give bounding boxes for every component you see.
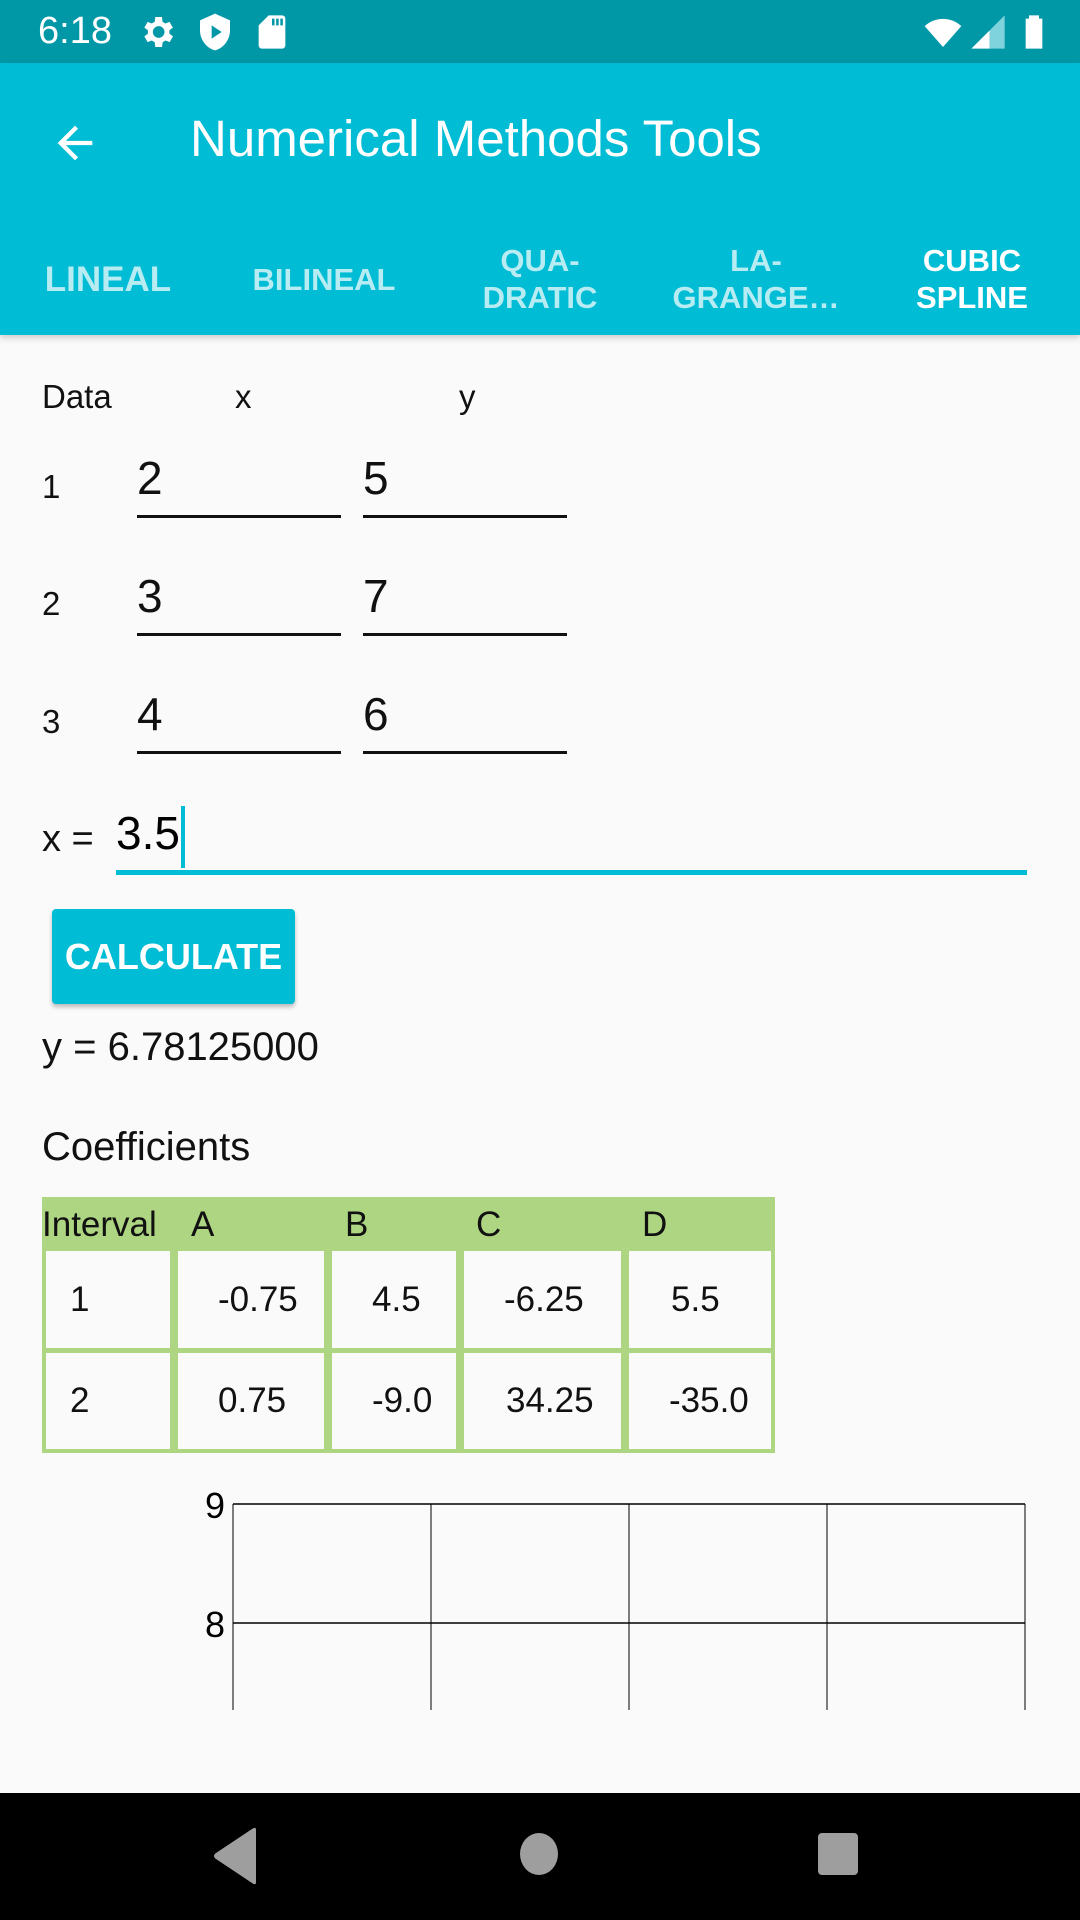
recents-icon[interactable] xyxy=(817,1832,859,1876)
status-time: 6:18 xyxy=(38,10,112,52)
arrow-left-icon xyxy=(57,125,93,161)
coefficients-table: Interval A B C D 1 -0.75 4.5 -6.25 5.5 2… xyxy=(42,1197,775,1453)
tab-bilineal[interactable]: BILINEAL xyxy=(216,223,432,335)
row-index: 1 xyxy=(42,468,61,505)
col-header-b: B xyxy=(345,1205,369,1244)
table-cell: -9.0 xyxy=(332,1353,456,1449)
y2-input[interactable]: 7 xyxy=(363,570,567,636)
x3-value: 4 xyxy=(137,688,163,740)
status-bar: 6:18 xyxy=(0,0,1080,63)
table-cell: 2 xyxy=(46,1353,170,1449)
back-button[interactable] xyxy=(40,108,110,178)
tab-lagrange[interactable]: LA- GRANGE… xyxy=(648,223,864,335)
y-tick-label: 9 xyxy=(205,1485,225,1526)
x1-input[interactable]: 2 xyxy=(137,452,341,518)
y-header: y xyxy=(459,378,476,415)
y2-value: 7 xyxy=(363,570,389,622)
table-cell: 34.25 xyxy=(464,1353,621,1449)
sd-card-icon xyxy=(258,15,286,49)
table-cell: -6.25 xyxy=(464,1251,621,1348)
row-index: 3 xyxy=(42,703,61,740)
y-tick-label: 8 xyxy=(205,1604,225,1645)
col-header-d: D xyxy=(642,1205,668,1244)
y1-value: 5 xyxy=(363,452,389,504)
spline-chart: 9 8 xyxy=(205,1485,1026,1710)
app-title: Numerical Methods Tools xyxy=(190,110,762,167)
back-icon[interactable] xyxy=(210,1826,260,1886)
col-header-c: C xyxy=(476,1205,502,1244)
text-caret xyxy=(180,806,185,868)
calculate-button[interactable]: CALCULATE xyxy=(52,909,295,1004)
x-eval-input[interactable]: 3.5 xyxy=(116,800,1027,875)
x3-input[interactable]: 4 xyxy=(137,688,341,754)
col-header-a: A xyxy=(191,1205,215,1244)
table-cell: -0.75 xyxy=(178,1251,324,1348)
x2-input[interactable]: 3 xyxy=(137,570,341,636)
table-cell: 5.5 xyxy=(629,1251,771,1348)
battery-icon xyxy=(1025,15,1043,49)
tab-cubic-spline[interactable]: CUBIC SPLINE xyxy=(864,223,1080,335)
x-header: x xyxy=(235,378,252,415)
app-bar: Numerical Methods Tools LINEAL BILINEAL … xyxy=(0,63,1080,335)
result-text: y = 6.78125000 xyxy=(42,1025,319,1069)
data-header: Data xyxy=(42,378,112,415)
table-cell: 1 xyxy=(46,1251,170,1348)
settings-icon xyxy=(144,17,173,47)
chart-grid xyxy=(232,1503,1026,1710)
wifi-icon xyxy=(924,18,962,47)
y3-value: 6 xyxy=(363,688,389,740)
coefficients-title: Coefficients xyxy=(42,1125,251,1169)
x1-value: 2 xyxy=(137,452,163,504)
navigation-bar xyxy=(0,1793,1080,1920)
tab-lineal[interactable]: LINEAL xyxy=(0,223,216,335)
play-protect-icon xyxy=(200,13,230,51)
y3-input[interactable]: 6 xyxy=(363,688,567,754)
col-header-interval: Interval xyxy=(42,1205,157,1244)
x-eval-label: x = xyxy=(42,818,94,860)
x2-value: 3 xyxy=(137,570,163,622)
row-index: 2 xyxy=(42,585,61,622)
x-eval-value: 3.5 xyxy=(116,807,180,859)
home-icon[interactable] xyxy=(519,1832,559,1876)
tab-quadratic[interactable]: QUA- DRATIC xyxy=(432,223,648,335)
table-cell: 0.75 xyxy=(178,1353,324,1449)
table-cell: -35.0 xyxy=(629,1353,771,1449)
y1-input[interactable]: 5 xyxy=(363,452,567,518)
table-cell: 4.5 xyxy=(332,1251,456,1348)
cell-signal-icon xyxy=(971,15,1005,49)
